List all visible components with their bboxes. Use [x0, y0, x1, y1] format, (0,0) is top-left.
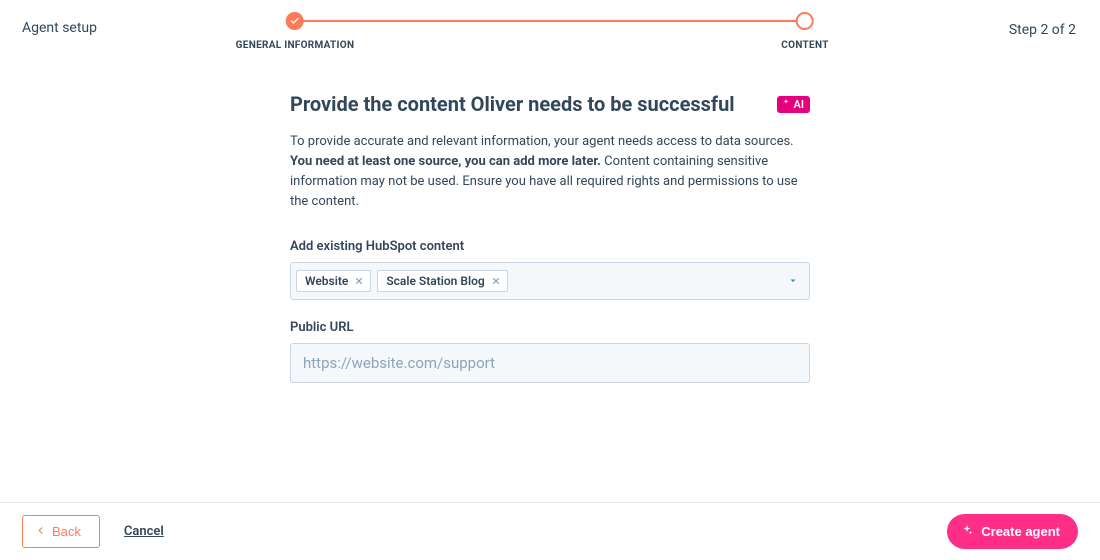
ai-badge-label: AI [793, 98, 804, 111]
footer: Back Cancel Create agent [0, 502, 1100, 560]
cancel-link[interactable]: Cancel [124, 524, 164, 539]
page-title: Provide the content Oliver needs to be s… [290, 92, 735, 116]
chip-label: Website [305, 274, 348, 288]
chip-scale-station-blog: Scale Station Blog [377, 270, 507, 292]
check-icon [286, 12, 304, 30]
main-content: Provide the content Oliver needs to be s… [290, 92, 810, 383]
ai-badge[interactable]: AI [777, 96, 810, 113]
sparkle-icon [781, 98, 791, 111]
close-icon[interactable] [491, 276, 501, 286]
public-url-input[interactable] [290, 343, 810, 383]
chip-label: Scale Station Blog [386, 274, 484, 288]
step-label: GENERAL INFORMATION [236, 40, 355, 51]
back-label: Back [52, 524, 81, 539]
step-content[interactable]: CONTENT [781, 12, 828, 51]
existing-content-select[interactable]: Website Scale Station Blog [290, 262, 810, 300]
existing-content-label: Add existing HubSpot content [290, 239, 810, 254]
back-button[interactable]: Back [22, 515, 100, 548]
step-label: CONTENT [781, 40, 828, 51]
create-agent-button[interactable]: Create agent [947, 514, 1078, 549]
step-circle-current [796, 12, 814, 30]
chevron-down-icon [787, 271, 799, 290]
create-label: Create agent [981, 524, 1060, 539]
step-indicator: Step 2 of 2 [1009, 22, 1076, 38]
step-general-information[interactable]: GENERAL INFORMATION [236, 12, 355, 51]
stepper-line [295, 20, 805, 22]
sparkle-icon [961, 524, 973, 539]
close-icon[interactable] [354, 276, 364, 286]
page-label: Agent setup [22, 20, 1078, 36]
chip-website: Website [296, 270, 371, 292]
chevron-left-icon [35, 524, 46, 539]
description-text: To provide accurate and relevant informa… [290, 132, 810, 213]
public-url-label: Public URL [290, 320, 810, 335]
